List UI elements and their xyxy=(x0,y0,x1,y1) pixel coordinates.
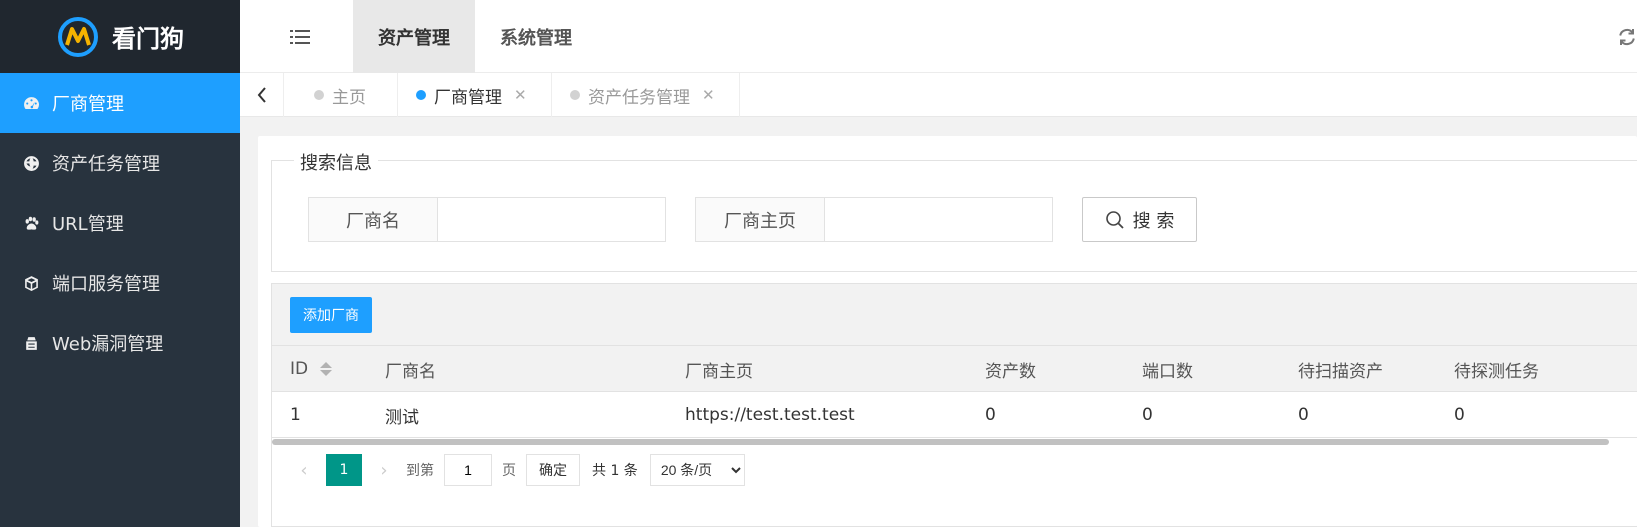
page-tab-label: 主页 xyxy=(332,87,366,108)
top-tab-asset-management[interactable]: 资产管理 xyxy=(353,0,475,73)
bug-icon xyxy=(22,334,40,352)
page-tabbar: 主页 厂商管理 ✕ 资产任务管理 ✕ xyxy=(240,73,1637,117)
chevron-left-icon xyxy=(257,87,266,103)
vendor-name-group: 厂商名 xyxy=(308,197,666,242)
cell-id: 1 xyxy=(290,405,301,425)
cell-vendor-name: 测试 xyxy=(385,407,419,428)
cell-asset-count: 0 xyxy=(985,405,996,425)
sidebar-item-port-service[interactable]: 端口服务管理 xyxy=(0,253,240,313)
tab-dot-icon xyxy=(416,90,426,100)
app-logo[interactable]: 看门狗 xyxy=(0,0,240,73)
next-page-icon[interactable]: › xyxy=(370,454,398,486)
sidebar-item-label: 资产任务管理 xyxy=(52,154,160,175)
refresh-icon[interactable] xyxy=(1617,27,1637,47)
col-header-id[interactable]: ID xyxy=(290,346,333,392)
top-header: 资产管理 系统管理 xyxy=(240,0,1637,73)
goto-confirm-button[interactable]: 确定 xyxy=(526,454,580,486)
table-header: ID 厂商名 厂商主页 资产数 端口数 待扫描资产 待探测任务 xyxy=(272,346,1637,392)
col-header-asset-count: 资产数 xyxy=(985,361,1036,382)
page-size-select[interactable]: 20 条/页 xyxy=(649,454,745,486)
vendor-name-input[interactable] xyxy=(438,198,665,241)
sidebar-item-web-vuln[interactable]: Web漏洞管理 xyxy=(0,313,240,373)
col-header-vendor-home: 厂商主页 xyxy=(685,361,753,382)
col-header-label: ID xyxy=(290,359,309,379)
col-header-pending-probe: 待探测任务 xyxy=(1454,361,1539,382)
sidebar: 看门狗 厂商管理 资产任务管理 URL管理 端口服务管理 Web漏洞管理 xyxy=(0,0,240,527)
col-header-vendor-name: 厂商名 xyxy=(385,361,436,382)
table-toolbar: 添加厂商 xyxy=(272,284,1637,346)
logo-icon xyxy=(58,16,98,57)
cell-pending-probe: 0 xyxy=(1454,405,1465,425)
vendor-name-label: 厂商名 xyxy=(309,198,438,241)
tab-dot-icon xyxy=(314,90,324,100)
sidebar-item-asset-task[interactable]: 资产任务管理 xyxy=(0,133,240,193)
tab-scroll-left-button[interactable] xyxy=(240,73,284,117)
page-tab-asset-task[interactable]: 资产任务管理 ✕ xyxy=(552,73,740,117)
goto-label: 到第 xyxy=(406,463,434,479)
total-count: 共 1 条 xyxy=(592,463,638,479)
tab-dot-icon xyxy=(570,90,580,100)
search-fieldset: 搜索信息 厂商名 厂商主页 搜 索 xyxy=(271,149,1637,272)
page-suffix-label: 页 xyxy=(502,463,516,479)
sidebar-item-label: Web漏洞管理 xyxy=(52,334,164,355)
sidebar-item-vendor[interactable]: 厂商管理 xyxy=(0,73,240,133)
pagination: ‹ 1 › 到第 页 确定 共 1 条 20 条/页 xyxy=(290,454,745,486)
vendor-home-input[interactable] xyxy=(825,198,1052,241)
vendor-home-label: 厂商主页 xyxy=(696,198,825,241)
cell-port-count: 0 xyxy=(1142,405,1153,425)
goto-page-input[interactable] xyxy=(444,454,492,486)
cube-icon xyxy=(22,274,40,292)
vendor-table-panel: 添加厂商 ID 厂商名 厂商主页 资产数 端口数 待扫描资产 待探测任务 1 测… xyxy=(271,283,1637,527)
menu-toggle-icon[interactable] xyxy=(290,28,312,46)
table-row[interactable]: 1 测试 https://test.test.test 0 0 0 0 xyxy=(272,392,1637,438)
search-button-label: 搜 索 xyxy=(1132,210,1175,232)
horizontal-scrollbar[interactable] xyxy=(272,439,1609,445)
prev-page-icon[interactable]: ‹ xyxy=(290,454,318,486)
page-number-current[interactable]: 1 xyxy=(326,454,362,486)
cell-pending-scan: 0 xyxy=(1298,405,1309,425)
cell-vendor-home: https://test.test.test xyxy=(685,405,855,425)
page-tab-label: 厂商管理 xyxy=(434,87,502,108)
sidebar-item-label: URL管理 xyxy=(52,214,124,235)
search-icon xyxy=(1105,210,1124,229)
page-tab-vendor[interactable]: 厂商管理 ✕ xyxy=(398,73,552,117)
col-header-pending-scan: 待扫描资产 xyxy=(1298,361,1383,382)
search-legend: 搜索信息 xyxy=(294,149,378,175)
content-card: 搜索信息 厂商名 厂商主页 搜 索 添加厂商 ID 厂商名 厂商主页 资产数 端… xyxy=(258,136,1637,527)
app-name: 看门狗 xyxy=(112,25,184,53)
vendor-home-group: 厂商主页 xyxy=(695,197,1053,242)
top-tab-system-management[interactable]: 系统管理 xyxy=(475,0,597,73)
page-tab-home[interactable]: 主页 xyxy=(284,73,398,117)
search-button[interactable]: 搜 索 xyxy=(1082,197,1197,242)
page-tab-label: 资产任务管理 xyxy=(588,87,690,108)
sidebar-item-url[interactable]: URL管理 xyxy=(0,193,240,253)
dashboard-icon xyxy=(22,94,40,112)
add-vendor-button[interactable]: 添加厂商 xyxy=(290,297,372,333)
close-icon[interactable]: ✕ xyxy=(702,86,715,104)
sidebar-item-label: 厂商管理 xyxy=(52,94,124,115)
sidebar-item-label: 端口服务管理 xyxy=(52,274,160,295)
sort-icon[interactable] xyxy=(320,361,333,377)
paw-icon xyxy=(22,214,40,232)
globe-icon xyxy=(22,154,40,172)
close-icon[interactable]: ✕ xyxy=(514,86,527,104)
col-header-port-count: 端口数 xyxy=(1142,361,1193,382)
